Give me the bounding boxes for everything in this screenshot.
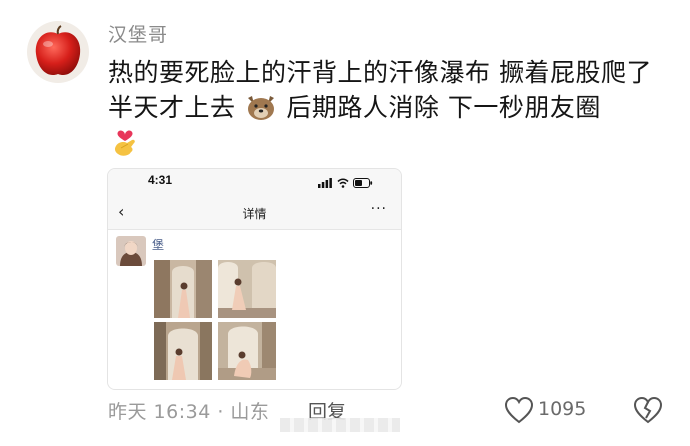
- comment-time-location: 昨天 16:34 · 山东: [108, 401, 270, 423]
- dislike-icon[interactable]: [633, 396, 663, 424]
- heart-hand-emoji-icon: [114, 130, 135, 156]
- comment-username[interactable]: 汉堡哥: [108, 20, 168, 47]
- nav-bar: ‹ 详情 ···: [108, 195, 401, 230]
- comment-text: 热的要死脸上的汗背上的汗像瀑布 撅着屁股爬了半天才上去 后期路人消除 下一秒朋友…: [108, 55, 668, 125]
- like-icon[interactable]: [504, 396, 534, 424]
- status-bar: 4:31: [108, 169, 401, 195]
- post-photo[interactable]: [218, 322, 276, 380]
- dog-emoji-icon: [247, 96, 274, 120]
- battery-icon: [353, 178, 373, 188]
- post-author-avatar[interactable]: [116, 236, 146, 266]
- wifi-icon: [336, 178, 349, 188]
- comment-text-part2: 后期路人消除 下一秒朋友圈: [286, 93, 601, 122]
- embedded-screenshot[interactable]: 4:31 ‹ 详情 ··· 堡: [107, 168, 402, 390]
- watermark-strip: [280, 418, 400, 432]
- status-time: 4:31: [148, 173, 173, 187]
- post-photo[interactable]: [218, 260, 276, 318]
- post-photo[interactable]: [154, 322, 212, 380]
- post-photo[interactable]: [154, 260, 212, 318]
- apple-avatar-icon[interactable]: [26, 20, 90, 84]
- post-content: 堡: [108, 230, 401, 389]
- system-icons: [318, 175, 373, 193]
- like-count: 1095: [538, 398, 587, 420]
- more-button[interactable]: ···: [371, 201, 387, 217]
- page-title: 详情: [242, 207, 267, 221]
- signal-icon: [318, 178, 332, 188]
- post-author-name[interactable]: 堡: [152, 236, 164, 253]
